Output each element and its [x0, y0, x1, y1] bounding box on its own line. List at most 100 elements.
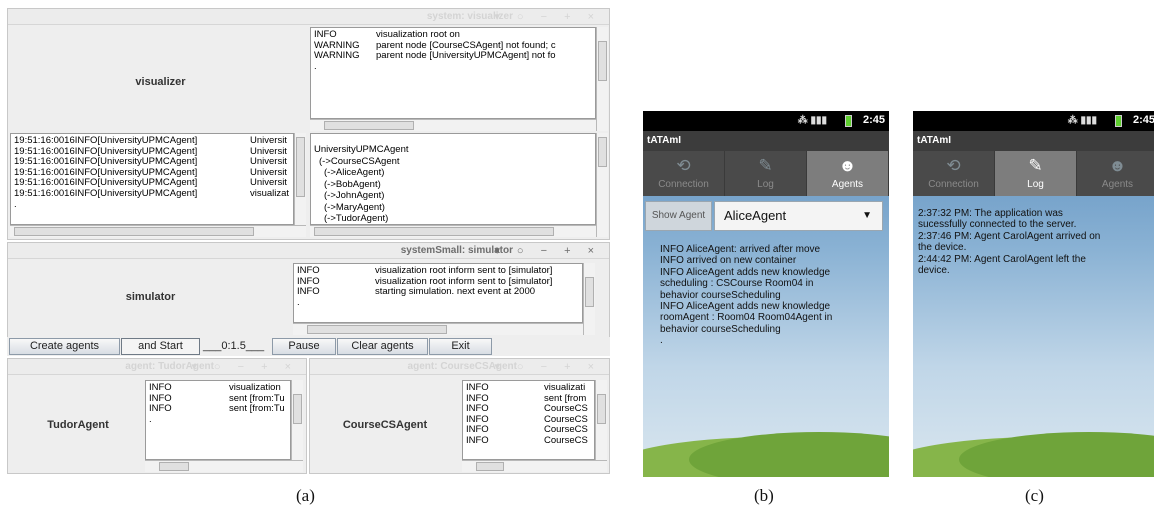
- tab-connection[interactable]: ⟲ Connection: [913, 151, 995, 196]
- tab-label: Agents: [831, 179, 864, 190]
- pencil-icon: ✎: [758, 156, 773, 175]
- pause-button[interactable]: Pause: [272, 338, 336, 355]
- log-message: visualization root on: [376, 30, 460, 40]
- horizontal-scrollbar[interactable]: [310, 225, 596, 237]
- log-level: INFO: [149, 393, 172, 404]
- log-level: .: [14, 199, 17, 210]
- visualizer-titlebar[interactable]: system: visualizer ▾ ○ − + ×: [8, 9, 609, 25]
- text-line: behavior courseScheduling: [660, 323, 781, 335]
- agent-select[interactable]: AliceAgent ▼: [714, 201, 883, 231]
- text-line: INFO AliceAgent adds new knowledge: [660, 301, 831, 313]
- status-bar: ⁂ ▮▮▮ 2:45: [643, 111, 889, 131]
- log-row: .: [14, 200, 290, 211]
- log-level: INFO: [466, 404, 489, 415]
- dropdown-arrow-icon: ▼: [862, 210, 872, 221]
- log-row: INFO sent [from:Tu: [149, 394, 287, 405]
- vertical-scrollbar[interactable]: [595, 380, 607, 460]
- log-row: INFO CourseCS: [466, 415, 591, 426]
- vertical-scrollbar[interactable]: [291, 380, 303, 460]
- log-row: INFO sent [from:Tu: [149, 404, 287, 415]
- vertical-scrollbar[interactable]: [583, 263, 595, 335]
- log-message: parent node [UniversityUPMCAgent] not fo: [376, 51, 556, 62]
- exit-button[interactable]: Exit: [429, 338, 492, 355]
- tab-agents[interactable]: ☻ Agents: [1077, 151, 1154, 196]
- agents-icon: ☻: [838, 156, 857, 175]
- create-agents-button[interactable]: Create agents: [9, 338, 120, 355]
- simulation-time: ___0:1.5___: [203, 340, 265, 352]
- tab-label: Log: [1027, 179, 1044, 190]
- log-row: INFO visualization root inform sent to [s…: [297, 266, 579, 277]
- battery-icon: [845, 115, 852, 127]
- text-line: 2:37:46 PM: Agent CarolAgent arrived on: [918, 230, 1101, 242]
- log-message: [250, 200, 290, 211]
- event-log: 2:37:32 PM: The application was sucessful…: [918, 208, 1100, 276]
- coursecs-titlebar[interactable]: agent: CourseCSAgent ▾ ○ − + ×: [310, 359, 609, 375]
- phone-c: ⁂ ▮▮▮ 2:45 tATAmI ⟲ Connection ✎ Log ☻ Agen…: [913, 111, 1154, 477]
- log-message: starting simulation. next event at 2000: [375, 287, 536, 298]
- tab-connection[interactable]: ⟲ Connection: [643, 151, 725, 196]
- clear-agents-button[interactable]: Clear agents: [337, 338, 428, 355]
- window-controls[interactable]: ▾ ○ − + ×: [494, 10, 601, 23]
- visualizer-window: system: visualizer ▾ ○ − + × visualizer …: [7, 8, 610, 240]
- log-row: .: [314, 62, 592, 73]
- log-row: WARNING parent node [UniversityUPMCAgent]…: [314, 51, 592, 62]
- log-row: 19:51:16:0016INFO[UniversityUPMCAgent] Un…: [14, 136, 290, 147]
- tudor-titlebar[interactable]: agent: TudorAgent ▾ ○ − + ×: [8, 359, 306, 375]
- agent-label: visualizer: [135, 76, 186, 88]
- and-start-button[interactable]: and Start: [121, 338, 200, 355]
- window-controls[interactable]: ▾ ○ − + ×: [494, 360, 601, 373]
- log-message: Universit: [250, 136, 287, 146]
- tab-label: Connection: [928, 179, 979, 190]
- text-line: INFO AliceAgent: arrived after move: [660, 244, 821, 255]
- horizontal-scrollbar[interactable]: [462, 460, 607, 472]
- text-line: scheduling : CSCourse Room04 in: [660, 278, 814, 290]
- simulator-window: systemSmall: simulator ▾ ○ − + × simulat…: [7, 242, 610, 338]
- vertical-scrollbar[interactable]: [294, 133, 306, 225]
- agent-label: TudorAgent: [47, 419, 109, 431]
- log-row: .: [149, 415, 287, 426]
- text-line: (->MaryAgent): [324, 201, 385, 213]
- log-message: Universit: [250, 146, 287, 157]
- log-level: 19:51:16:0016INFO[UniversityUPMCAgent]: [14, 167, 198, 178]
- horizontal-scrollbar[interactable]: [293, 323, 583, 335]
- log-row: INFO visualization root on: [314, 30, 592, 41]
- window-controls[interactable]: ▾ ○ − + ×: [191, 360, 298, 373]
- window-controls[interactable]: ▾ ○ − + ×: [494, 244, 601, 257]
- vertical-scrollbar[interactable]: [596, 27, 608, 131]
- horizontal-scrollbar[interactable]: [310, 119, 596, 131]
- log-row: 19:51:16:0016INFO[UniversityUPMCAgent] Un…: [14, 168, 290, 179]
- log-message: sent [from:Tu: [229, 404, 285, 415]
- log-message: CourseCS: [544, 414, 588, 425]
- text-line: (->TudorAgent): [324, 213, 389, 224]
- text-line: the device.: [918, 242, 967, 254]
- simulator-titlebar[interactable]: systemSmall: simulator ▾ ○ − + ×: [8, 243, 609, 259]
- log-message: parent node [CourseCSAgent] not found; c: [376, 40, 556, 51]
- log-row: 19:51:16:0016INFO[UniversityUPMCAgent] Un…: [14, 147, 290, 158]
- log-row: INFO visualizati: [466, 383, 591, 394]
- log-message: visualizati: [544, 383, 586, 393]
- phone-b: ⁂ ▮▮▮ 2:45 tATAmI ⟲ Connection ✎ Log ☻ Agen…: [643, 111, 889, 477]
- text-line: (->BobAgent): [324, 178, 381, 190]
- log-level: 19:51:16:0016INFO[UniversityUPMCAgent]: [14, 188, 198, 199]
- show-agent-button[interactable]: Show Agent: [645, 201, 712, 231]
- text-line: .: [660, 335, 663, 347]
- horizontal-scrollbar[interactable]: [10, 225, 306, 237]
- vertical-scrollbar[interactable]: [596, 133, 608, 237]
- log-level: INFO: [466, 425, 489, 436]
- text-line: (->AliceAgent): [324, 167, 385, 178]
- text-line: 2:37:32 PM: The application was: [918, 208, 1063, 219]
- log-row: .: [297, 298, 579, 309]
- log-row: INFO visualization root inform sent to [s…: [297, 277, 579, 288]
- tab-agents[interactable]: ☻ Agents: [807, 151, 889, 196]
- clock: 2:45: [862, 114, 885, 126]
- log-message: Universit: [250, 167, 287, 178]
- tab-log[interactable]: ✎ Log: [725, 151, 807, 196]
- tab-bar: ⟲ Connection ✎ Log ☻ Agents: [913, 151, 1154, 196]
- text-line: behavior courseScheduling: [660, 289, 781, 301]
- coursecs-log: INFO visualizati INFO sent [from INFO CourseC…: [462, 380, 595, 460]
- tab-log[interactable]: ✎ Log: [995, 151, 1077, 196]
- horizontal-scrollbar[interactable]: [145, 460, 303, 472]
- text-line: INFO arrived on new container: [660, 255, 797, 267]
- log-message: Universit: [250, 157, 287, 168]
- signal-icon: ⁂ ▮▮▮: [797, 115, 827, 126]
